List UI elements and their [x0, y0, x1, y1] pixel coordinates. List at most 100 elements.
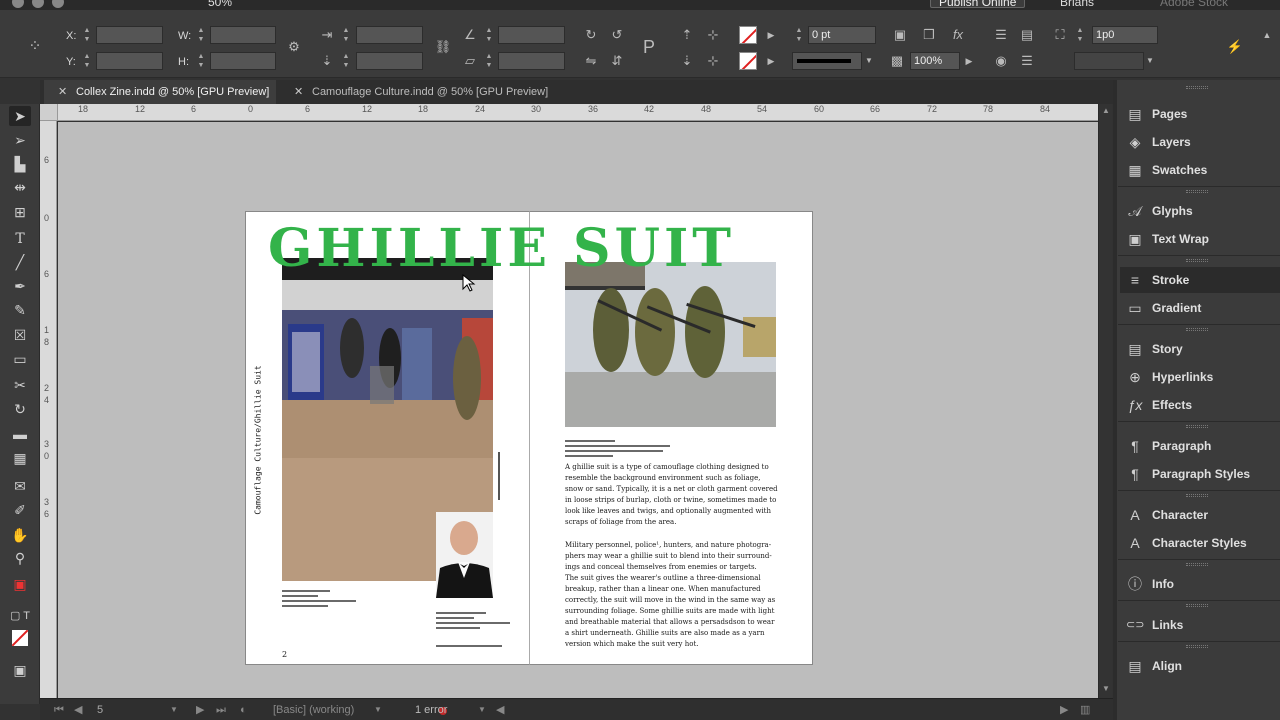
- link-scale-icon[interactable]: ⛓: [434, 38, 452, 56]
- rotate-field[interactable]: [498, 26, 565, 44]
- stroke-weight-field[interactable]: 0 pt: [808, 26, 876, 44]
- panel-character-styles[interactable]: A Character Styles: [1120, 530, 1280, 556]
- fill-swatch[interactable]: [739, 26, 757, 44]
- error-count[interactable]: 1 error: [415, 702, 447, 718]
- rotate-stepper[interactable]: ▲ ▼: [483, 26, 495, 44]
- panel-paragraph-styles[interactable]: ¶ Paragraph Styles: [1120, 461, 1280, 487]
- page-dropdown-icon[interactable]: ▼: [170, 702, 178, 718]
- text-wrap-button-icon[interactable]: ▤: [1018, 26, 1036, 44]
- tab-collex-zine[interactable]: ✕ Collex Zine.indd @ 50% [GPU Preview]: [44, 80, 276, 104]
- eyedropper-tool-icon[interactable]: ✐: [9, 500, 31, 520]
- preflight-profile-icon[interactable]: ◐: [240, 702, 247, 718]
- scale-x-field[interactable]: [356, 26, 423, 44]
- screen-mode-icon[interactable]: ▣: [9, 660, 31, 680]
- dock-divider[interactable]: [1113, 80, 1117, 720]
- window-minimize-icon[interactable]: [32, 0, 44, 8]
- tab-camouflage-culture[interactable]: ✕ Camouflage Culture.indd @ 50% [GPU Pre…: [280, 80, 560, 104]
- panel-group-grip[interactable]: [1186, 190, 1208, 193]
- hand-tool-icon[interactable]: ✋: [9, 525, 31, 545]
- x-field[interactable]: [96, 26, 163, 44]
- gradient-swatch-tool-icon[interactable]: ▬: [9, 424, 31, 444]
- select-content-icon[interactable]: ⇣: [678, 52, 696, 70]
- scale-y-field[interactable]: [356, 52, 423, 70]
- portrait-photo[interactable]: [436, 512, 493, 598]
- panel-group-grip[interactable]: [1186, 563, 1208, 566]
- reference-point-icon[interactable]: ⁘: [26, 38, 44, 56]
- window-close-icon[interactable]: [12, 0, 24, 8]
- scissors-tool-icon[interactable]: ✂: [9, 375, 31, 395]
- profile-dropdown-icon[interactable]: ▼: [374, 702, 382, 718]
- publish-online-button[interactable]: Publish Online: [930, 0, 1026, 9]
- w-stepper[interactable]: ▲ ▼: [195, 26, 207, 44]
- body-text-frame-2[interactable]: Military personnel, police¹, hunters, an…: [565, 540, 780, 650]
- stroke-swatch[interactable]: [739, 52, 757, 70]
- panel-info[interactable]: ⓘ Info: [1120, 571, 1280, 597]
- panel-align[interactable]: ▤ Align: [1120, 653, 1280, 679]
- panel-gradient[interactable]: ▭ Gradient: [1120, 295, 1280, 321]
- formatting-affects-icon[interactable]: ▢ T: [9, 606, 31, 626]
- auto-fit-icon[interactable]: ⛶: [1051, 26, 1069, 44]
- panel-swatches[interactable]: ▦ Swatches: [1120, 157, 1280, 183]
- panel-group-grip[interactable]: [1186, 645, 1208, 648]
- frame-fitting-icon[interactable]: ▣: [891, 26, 909, 44]
- text-frame-icon[interactable]: P: [640, 38, 658, 56]
- panel-paragraph[interactable]: ¶ Paragraph: [1120, 433, 1280, 459]
- apply-none-icon[interactable]: [9, 630, 31, 650]
- stroke-weight-stepper[interactable]: ▲ ▼: [793, 26, 805, 44]
- offset-stepper[interactable]: ▲ ▼: [1074, 26, 1086, 44]
- select-previous-icon[interactable]: ⊹: [704, 26, 722, 44]
- preflight-profile-label[interactable]: [Basic] (working): [273, 702, 354, 718]
- rotate-ccw-icon[interactable]: ↺: [608, 26, 626, 44]
- panel-glyphs[interactable]: 𝒜 Glyphs: [1120, 198, 1280, 224]
- zoom-tool-icon[interactable]: ⚲: [9, 548, 31, 568]
- stroke-dropdown-icon[interactable]: ▶: [762, 52, 780, 70]
- ruler-origin[interactable]: [40, 104, 58, 121]
- w-field[interactable]: [210, 26, 276, 44]
- object-style-select[interactable]: [1074, 52, 1144, 70]
- rectangle-tool-icon[interactable]: ▭: [9, 349, 31, 369]
- line-tool-icon[interactable]: ╱: [9, 252, 31, 272]
- fill-stroke-icon[interactable]: ▣: [9, 574, 31, 594]
- scroll-up-icon[interactable]: ▲: [1099, 106, 1113, 118]
- headline[interactable]: GHILLIE SUIT: [268, 222, 793, 276]
- previous-page-icon[interactable]: ◀: [74, 702, 82, 718]
- opacity-field[interactable]: 100%: [910, 52, 960, 70]
- opacity-dropdown-icon[interactable]: ▶: [960, 52, 978, 70]
- window-zoom-icon[interactable]: [52, 0, 64, 8]
- shear-field[interactable]: [498, 52, 565, 70]
- scale-x-stepper[interactable]: ▲ ▼: [340, 26, 352, 44]
- h-field[interactable]: [210, 52, 276, 70]
- pencil-tool-icon[interactable]: ✎: [9, 300, 31, 320]
- flip-vertical-icon[interactable]: ⇵: [608, 52, 626, 70]
- body-text-frame-1[interactable]: A ghillie suit is a type of camouflage c…: [565, 462, 780, 528]
- vertical-caption[interactable]: Camouflage Culture/Ghillie Suit: [246, 350, 270, 530]
- scroll-left-icon[interactable]: ◀: [496, 702, 504, 718]
- select-next-icon[interactable]: ⊹: [704, 52, 722, 70]
- constrain-proportions-icon[interactable]: ⚙: [285, 38, 303, 56]
- next-page-icon[interactable]: ▶: [196, 702, 204, 718]
- user-menu[interactable]: Brians: [1060, 0, 1094, 9]
- close-icon[interactable]: ✕: [294, 80, 303, 104]
- flip-horizontal-icon[interactable]: ⇋: [582, 52, 600, 70]
- gradient-feather-tool-icon[interactable]: ▦: [9, 448, 31, 468]
- pen-tool-icon[interactable]: ✒: [9, 276, 31, 296]
- panel-group-grip[interactable]: [1186, 425, 1208, 428]
- error-dropdown-icon[interactable]: ▼: [478, 702, 486, 718]
- panel-group-grip[interactable]: [1186, 604, 1208, 607]
- panel-stroke[interactable]: ≡ Stroke: [1120, 267, 1280, 293]
- rotate-cw-icon[interactable]: ↻: [582, 26, 600, 44]
- soldiers-photo[interactable]: [565, 262, 776, 427]
- panel-effects[interactable]: ƒx Effects: [1120, 392, 1280, 418]
- panel-links[interactable]: ⊂⊃ Links: [1120, 612, 1280, 638]
- y-stepper[interactable]: ▲ ▼: [81, 52, 93, 70]
- y-field[interactable]: [96, 52, 163, 70]
- gap-tool-icon[interactable]: ⇹: [9, 177, 31, 197]
- panel-group-grip[interactable]: [1186, 494, 1208, 497]
- zoom-level[interactable]: 50%: [208, 0, 232, 9]
- wrap-jump-icon[interactable]: ☰: [1018, 52, 1036, 70]
- lightning-icon[interactable]: ⚡: [1226, 38, 1244, 56]
- panel-character[interactable]: A Character: [1120, 502, 1280, 528]
- note-tool-icon[interactable]: ✉: [9, 476, 31, 496]
- offset-field[interactable]: 1p0: [1092, 26, 1158, 44]
- type-tool-icon[interactable]: T: [9, 229, 31, 249]
